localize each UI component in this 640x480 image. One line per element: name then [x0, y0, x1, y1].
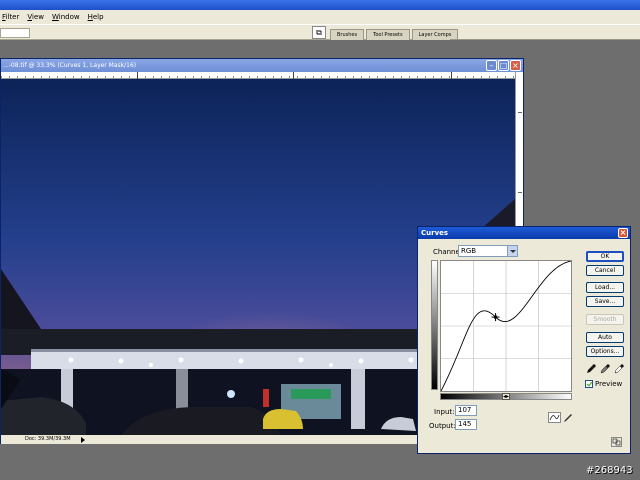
- document-title: ...-08.tif @ 33.3% (Curves 1, Layer Mask…: [3, 62, 137, 69]
- load-button[interactable]: Load...: [586, 282, 624, 293]
- ruler-tick: [518, 192, 522, 193]
- preview-checkbox[interactable]: [585, 380, 593, 388]
- ruler-mark: [137, 72, 138, 79]
- ruler-mark: [293, 72, 294, 79]
- curves-dialog: Curves × Channel: RGB ◂▸ Input: 107 Outp…: [417, 226, 631, 454]
- cancel-button[interactable]: Cancel: [586, 265, 624, 276]
- curve-mode-icon[interactable]: [548, 412, 561, 423]
- save-button[interactable]: Save...: [586, 296, 624, 307]
- expand-dialog-icon[interactable]: [611, 437, 622, 447]
- gradient-toggle-icon[interactable]: ◂▸: [502, 393, 510, 400]
- palette-well-icon[interactable]: ⧉: [312, 26, 326, 39]
- options-field[interactable]: [0, 28, 30, 38]
- ok-button[interactable]: OK: [586, 251, 624, 262]
- palette-well: Brushes Tool Presets Layer Comps: [330, 29, 459, 40]
- tab-tool-presets[interactable]: Tool Presets: [366, 29, 410, 40]
- black-eyedropper-icon[interactable]: [586, 364, 596, 374]
- smooth-button[interactable]: Smooth: [586, 314, 624, 325]
- options-button[interactable]: Options...: [586, 346, 624, 357]
- ruler-tick: [518, 112, 522, 113]
- channel-value: RGB: [461, 247, 477, 255]
- white-eyedropper-icon[interactable]: [614, 364, 624, 374]
- output-gradient-bar: [431, 260, 438, 390]
- doc-size-status: Doc: 39.3M/39.3M: [25, 436, 71, 442]
- tab-brushes[interactable]: Brushes: [330, 29, 365, 40]
- output-label: Output:: [429, 422, 456, 430]
- auto-button[interactable]: Auto: [586, 332, 624, 343]
- output-field[interactable]: 145: [455, 419, 477, 430]
- menu-window[interactable]: Window: [52, 13, 80, 21]
- curve-plot: [440, 260, 572, 392]
- close-icon[interactable]: ×: [618, 228, 628, 238]
- menu-bar: Filter View Window Help: [0, 10, 640, 24]
- horizontal-ruler: [1, 72, 515, 79]
- chevron-down-icon[interactable]: [507, 246, 517, 256]
- minimize-button[interactable]: –: [486, 60, 497, 71]
- curves-title: Curves: [421, 229, 449, 237]
- gray-eyedropper-icon[interactable]: [600, 364, 610, 374]
- status-menu-arrow-icon[interactable]: [81, 437, 85, 443]
- watermark-id: #268943: [586, 465, 633, 476]
- document-title-bar[interactable]: ...-08.tif @ 33.3% (Curves 1, Layer Mask…: [1, 59, 523, 72]
- ruler-mark: [451, 72, 452, 79]
- menu-help[interactable]: Help: [88, 13, 104, 21]
- maximize-button[interactable]: □: [498, 60, 509, 71]
- close-document-button[interactable]: ×: [510, 60, 521, 71]
- channel-select[interactable]: RGB: [458, 245, 518, 257]
- curves-title-bar[interactable]: Curves ×: [418, 227, 630, 239]
- menu-filter[interactable]: Filter: [2, 13, 19, 21]
- input-label: Input:: [434, 408, 455, 416]
- input-field[interactable]: 107: [455, 405, 477, 416]
- pencil-icon[interactable]: [563, 413, 573, 423]
- options-bar: ⧉ Brushes Tool Presets Layer Comps: [0, 24, 640, 40]
- menu-view[interactable]: View: [27, 13, 44, 21]
- well-divider: [450, 39, 640, 40]
- app-title-bar: [0, 0, 640, 10]
- curve-graph[interactable]: [440, 260, 572, 392]
- preview-label: Preview: [595, 380, 623, 388]
